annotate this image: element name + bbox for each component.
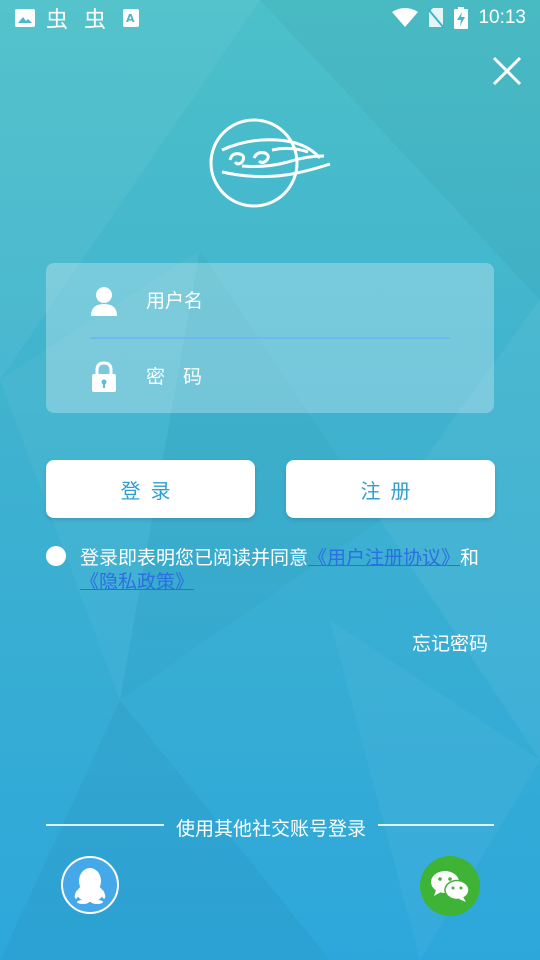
field-divider: [90, 337, 450, 339]
battery-charging-icon: [454, 7, 469, 29]
bug-icon: 虫: [46, 8, 68, 30]
agreement-conjunction: 和: [460, 547, 480, 569]
svg-text:虫: 虫: [84, 8, 106, 30]
qq-icon: [74, 868, 106, 904]
status-left: 虫 虫 A: [14, 6, 140, 30]
login-button[interactable]: 登录: [46, 460, 255, 518]
login-form: [46, 263, 494, 413]
social-divider-left: [46, 824, 164, 826]
close-icon[interactable]: [490, 54, 524, 88]
username-input[interactable]: [144, 289, 428, 313]
app-logo-icon: [209, 118, 331, 208]
agreement-prefix: 登录即表明您已阅读并同意: [80, 547, 309, 569]
user-agreement-link[interactable]: 《用户注册协议》: [308, 547, 460, 569]
lock-icon: [90, 361, 118, 393]
status-time: 10:13: [478, 7, 526, 28]
privacy-policy-link[interactable]: 《隐私政策》: [80, 571, 194, 593]
svg-text:虫: 虫: [46, 8, 68, 30]
password-field: [90, 351, 450, 403]
image-icon: [15, 9, 35, 27]
password-input[interactable]: [144, 365, 428, 389]
username-field: [90, 275, 450, 327]
wifi-icon: [392, 8, 419, 27]
agreement-radio[interactable]: [46, 546, 66, 566]
social-login-title: 使用其他社交账号登录: [175, 818, 366, 840]
bug-icon: 虫: [84, 8, 106, 30]
wechat-icon: [431, 871, 470, 902]
no-sim-icon: [428, 8, 445, 28]
status-right: 10:13: [392, 7, 526, 29]
forgot-password-link[interactable]: 忘记密码: [412, 629, 488, 656]
keyboard-icon: A: [123, 9, 139, 27]
wechat-login-button[interactable]: [420, 856, 480, 916]
qq-login-button[interactable]: [61, 856, 119, 914]
svg-text:A: A: [126, 12, 135, 25]
agreement-text: 登录即表明您已阅读并同意《用户注册协议》和《隐私政策》: [80, 546, 490, 594]
status-bar: 虫 虫 A 10:13: [0, 0, 540, 36]
register-button[interactable]: 注册: [286, 460, 495, 518]
user-icon: [90, 285, 118, 317]
social-divider-right: [378, 824, 494, 826]
